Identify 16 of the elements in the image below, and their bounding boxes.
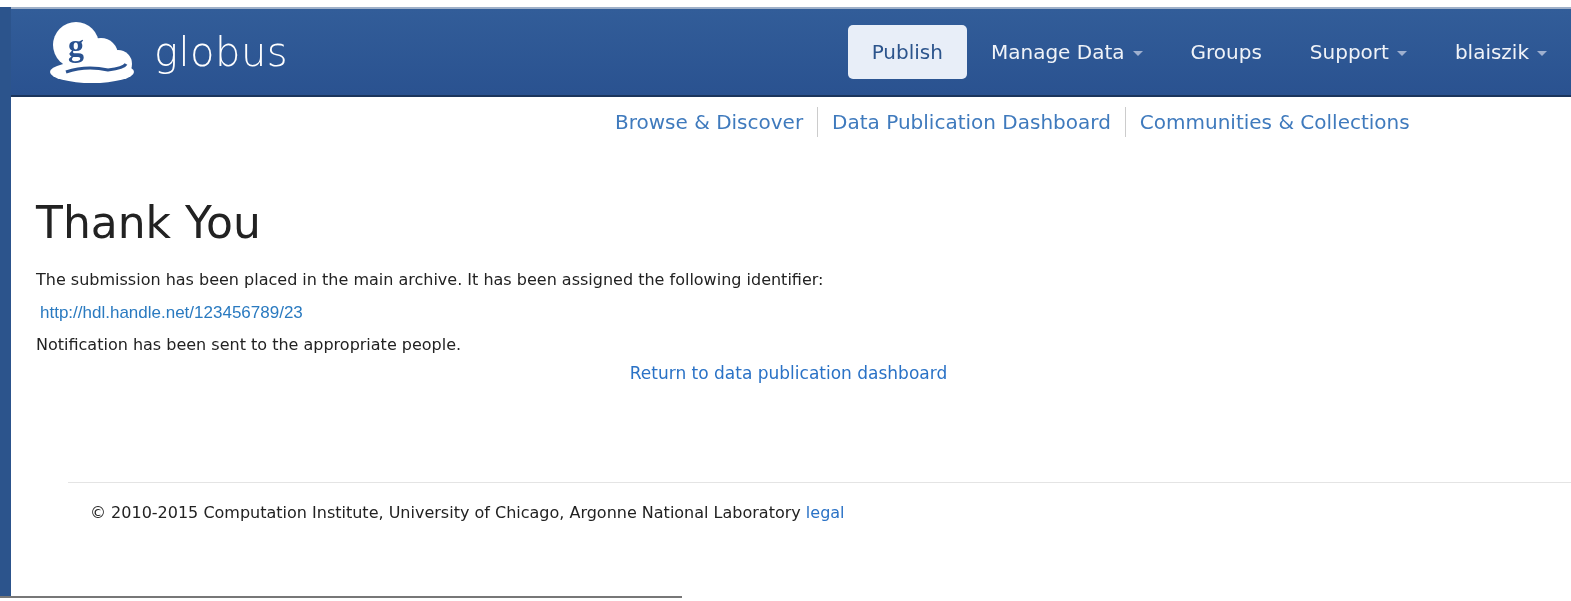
copyright-text: © 2010-2015 Computation Institute, University of Chicago, Argonne National Laboratory (90, 502, 801, 522)
return-link[interactable]: Return to data publication dashboard (629, 363, 948, 384)
nav-tab[interactable]: Manage Data (966, 25, 1167, 79)
subnav-link[interactable]: Browse & Discover (601, 107, 818, 137)
submission-message: The submission has been placed in the main archive. It has been assigned the following identifier: (36, 268, 825, 291)
nav-tab[interactable]: Publish (847, 25, 967, 79)
notification-message: Notification has been sent to the appropriate people. (36, 334, 463, 357)
subnav-link[interactable]: Communities & Collections (1124, 107, 1424, 137)
subnav-link[interactable]: Data Publication Dashboard (817, 107, 1125, 137)
page-heading: Thank You (36, 197, 262, 250)
legal-link[interactable]: legal (805, 502, 845, 522)
nav-tab[interactable]: blaiszik (1430, 25, 1571, 79)
nav-tab[interactable]: Support (1285, 25, 1431, 79)
nav-tab[interactable]: Groups (1166, 25, 1286, 79)
brand-name[interactable]: globus (154, 22, 289, 82)
identifier-link[interactable]: http://hdl.handle.net/123456789/23 (40, 302, 303, 322)
